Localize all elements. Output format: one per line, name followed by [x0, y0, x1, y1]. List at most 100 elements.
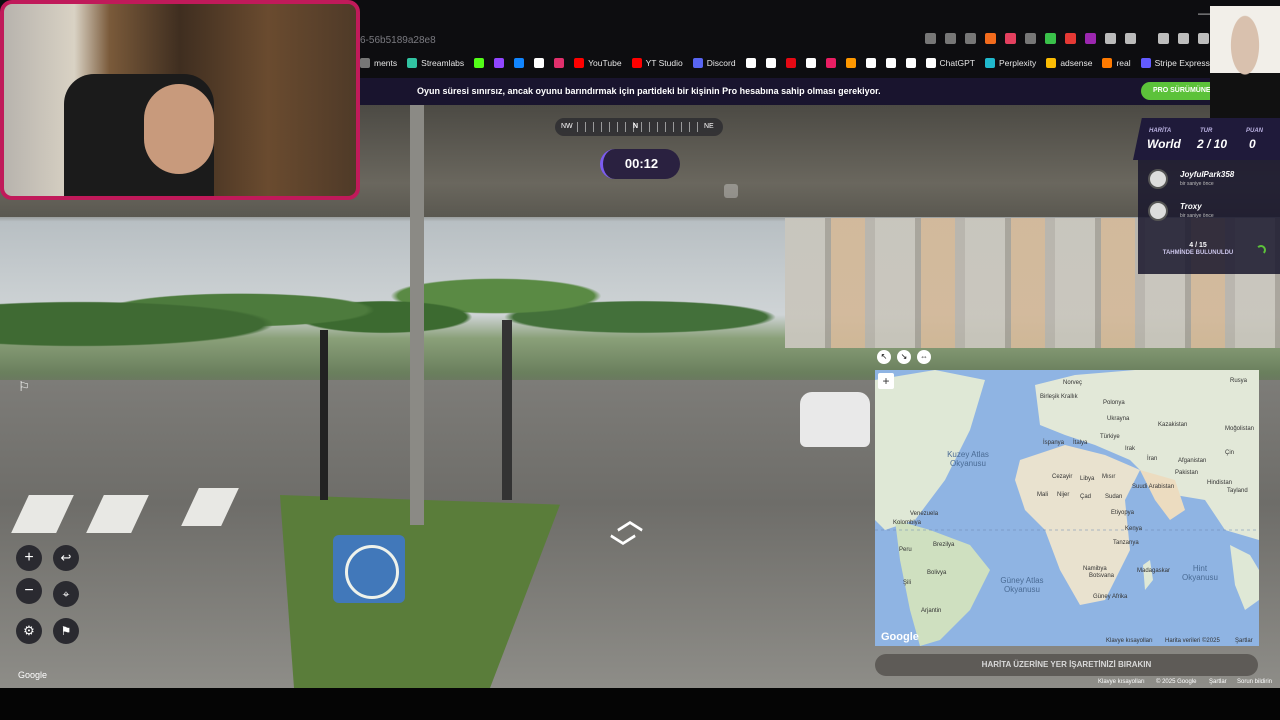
bookmark-item[interactable]	[474, 58, 485, 68]
country-label: Libya	[1080, 476, 1095, 482]
expand-map-icon[interactable]: ↖	[877, 350, 891, 364]
player-item: JoyfulPark358 bir saniye önce	[1148, 167, 1278, 191]
google-logo: Google	[881, 631, 919, 643]
bookmark-label: YouTube	[588, 58, 622, 68]
bookmark-item[interactable]: Stripe Express	[1140, 58, 1210, 68]
bookmark-item[interactable]	[845, 58, 856, 68]
report-icon[interactable]: ⚐	[13, 376, 35, 398]
checkpoint-flag-icon[interactable]: ⚑	[53, 618, 79, 644]
country-label: Kazakistan	[1158, 422, 1188, 428]
extension-icon[interactable]	[1045, 33, 1056, 44]
country-label: Madagaskar	[1137, 568, 1171, 574]
bookmark-item[interactable]	[494, 58, 505, 68]
bookmark-item[interactable]: Perplexity	[984, 58, 1036, 68]
bookmark-favicon-icon	[514, 58, 525, 68]
avatar	[1148, 201, 1168, 221]
bookmark-label: ChatGPT	[939, 58, 975, 68]
move-back-arrow[interactable]: ﹀	[610, 528, 636, 565]
bookmark-item[interactable]	[745, 58, 756, 68]
pro-upgrade-button[interactable]: PRO SÜRÜMÜNE	[1141, 82, 1221, 100]
bottom-bar	[0, 688, 1280, 720]
compass: NW N NE	[555, 118, 723, 136]
avatar	[1148, 169, 1168, 189]
map-value: World	[1147, 137, 1181, 151]
map-zoom-in-button[interactable]: +	[878, 373, 894, 389]
bookmark-item[interactable]	[514, 58, 525, 68]
music-icon[interactable]	[1158, 33, 1169, 44]
country-label: Mısır	[1102, 474, 1116, 480]
sv-report-link[interactable]: Sorun bildirin	[1237, 679, 1272, 685]
country-label: Türkiye	[1100, 434, 1120, 440]
bookmark-item[interactable]: ments	[360, 58, 397, 68]
country-label: Moğolistan	[1225, 426, 1255, 432]
zoom-out-button[interactable]: −	[16, 578, 42, 604]
bookmark-favicon-icon	[984, 58, 995, 68]
bookmark-item[interactable]	[534, 58, 545, 68]
map-terms-link[interactable]: Şartlar	[1235, 638, 1253, 644]
window-icon[interactable]	[1198, 33, 1209, 44]
return-to-start-icon[interactable]: ⌖	[53, 581, 79, 607]
browser-right-icons	[1158, 33, 1209, 44]
zoom-in-button[interactable]: +	[16, 545, 42, 571]
country-label: İspanya	[1043, 440, 1065, 446]
bookmark-favicon-icon	[474, 58, 485, 68]
bookmark-favicon-icon	[574, 58, 585, 68]
extension-icon[interactable]	[925, 33, 936, 44]
minimize-icon[interactable]: —	[1198, 6, 1210, 20]
map-shortcuts-link[interactable]: Klavye kısayolları	[1106, 638, 1153, 644]
bookmark-favicon-icon	[554, 58, 565, 68]
undo-arrow-icon[interactable]: ↩	[53, 545, 79, 571]
bookmark-favicon-icon	[494, 58, 505, 68]
bookmark-item[interactable]	[785, 58, 796, 68]
bookmark-item[interactable]: real	[1102, 58, 1131, 68]
bookmark-favicon-icon	[805, 58, 816, 68]
place-marker-button[interactable]: HARİTA ÜZERİNE YER İŞARETİNİZİ BIRAKIN	[875, 654, 1258, 676]
bookmark-item[interactable]: YT Studio	[631, 58, 683, 68]
bookmark-favicon-icon	[407, 58, 418, 68]
country-label: Nijer	[1057, 492, 1070, 498]
bookmark-item[interactable]	[885, 58, 896, 68]
bookmark-item[interactable]: Streamlabs	[407, 58, 464, 68]
puzzle-icon[interactable]	[1105, 33, 1116, 44]
brave-icon[interactable]	[985, 33, 996, 44]
country-label: Cezayir	[1052, 474, 1073, 480]
banner-message: Oyun süresi sınırsız, ancak oyunu barınd…	[417, 86, 881, 96]
bookmark-item[interactable]	[905, 58, 916, 68]
bookmark-item[interactable]	[554, 58, 565, 68]
bookmark-item[interactable]	[825, 58, 836, 68]
sidebar-icon[interactable]	[1178, 33, 1189, 44]
url-text[interactable]: 6-56b5189a28e8	[360, 35, 436, 46]
bookmark-favicon-icon	[845, 58, 856, 68]
points-value: 0	[1249, 137, 1256, 151]
share-icon[interactable]	[965, 33, 976, 44]
shrink-map-icon[interactable]: ↘	[897, 350, 911, 364]
extension-icon[interactable]	[1005, 33, 1016, 44]
guess-map[interactable]: + Rusya Norveç Birleşik Krallık Polonya Ukra…	[875, 370, 1259, 646]
pin-map-icon[interactable]: ⇔	[917, 350, 931, 364]
bookmark-item[interactable]: adsense	[1046, 58, 1092, 68]
bookmark-item[interactable]: YouTube	[574, 58, 622, 68]
round-value: 2 / 10	[1197, 137, 1228, 151]
players-panel: JoyfulPark358 bir saniye önce Troxy bir …	[1138, 160, 1280, 274]
sv-terms-link[interactable]: Şartlar	[1209, 679, 1227, 685]
extension-icon[interactable]	[1125, 33, 1136, 44]
bookmark-favicon-icon	[765, 58, 776, 68]
ocean-label: Kuzey Atlas Okyanusu	[947, 450, 989, 468]
bookmark-item[interactable]	[765, 58, 776, 68]
bookmark-item[interactable]: Discord	[692, 58, 736, 68]
bookmark-favicon-icon	[905, 58, 916, 68]
round-label: TUR	[1200, 128, 1213, 134]
extension-icon[interactable]	[1065, 33, 1076, 44]
app-root: ︿ ﹀ — 6-56b5189a28e8 ments Streamlabs YouT…	[0, 0, 1280, 720]
bookmarks-bar: ments Streamlabs YouTube YT Studio Discord Ch…	[360, 54, 1210, 72]
sv-shortcuts-link[interactable]: Klavye kısayolları	[1098, 679, 1145, 685]
settings-gear-icon[interactable]: ⚙	[16, 618, 42, 644]
country-label: Ukrayna	[1107, 416, 1130, 422]
extension-icon[interactable]	[1025, 33, 1036, 44]
extension-icon[interactable]	[945, 33, 956, 44]
bookmark-item[interactable]	[865, 58, 876, 68]
bookmark-item[interactable]	[805, 58, 816, 68]
world-map-svg	[875, 370, 1259, 646]
bookmark-item[interactable]: ChatGPT	[925, 58, 975, 68]
extension-icon[interactable]	[1085, 33, 1096, 44]
